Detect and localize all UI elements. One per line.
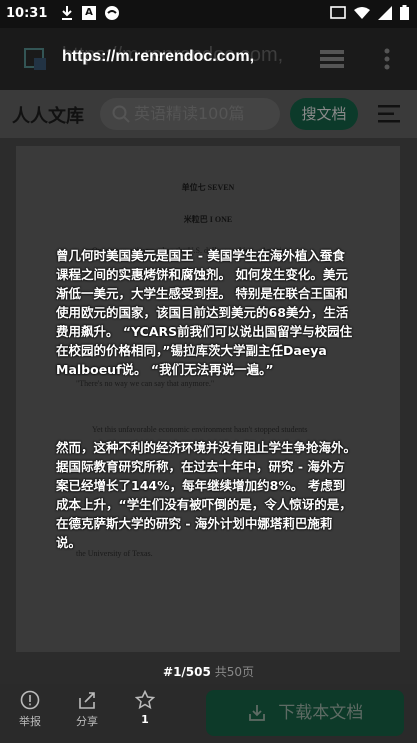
- signal-icon: [378, 5, 392, 20]
- download-icon: [248, 705, 265, 721]
- font-notification-icon: A: [82, 6, 96, 20]
- download-label: 下载本文档: [278, 703, 364, 723]
- doc-subtitle: 米粒巴 I ONE: [183, 215, 233, 224]
- status-time: 10:31: [6, 6, 48, 21]
- share-label: 分享: [76, 715, 98, 728]
- report-label: 举报: [19, 715, 41, 728]
- bottom-bar: 举报 分享 1 下载本文档: [0, 684, 417, 743]
- cast-icon: [330, 5, 346, 19]
- site-logo[interactable]: 人人文库: [12, 102, 84, 128]
- page-indicator: #1/505 共50页: [0, 660, 417, 684]
- report-icon: [20, 690, 40, 710]
- app-notification-icon: [105, 6, 119, 20]
- download-button[interactable]: 下载本文档: [206, 690, 404, 736]
- page-current: #1/505: [163, 665, 211, 679]
- star-icon: [135, 690, 155, 710]
- search-button[interactable]: 搜文档: [290, 98, 358, 130]
- menu-icon[interactable]: [378, 104, 400, 124]
- browser-url-bar: https://m.renrendoc.com, https://m.renre…: [0, 28, 417, 90]
- url-text[interactable]: https://m.renrendoc.com,: [62, 48, 254, 66]
- search-icon: [112, 105, 130, 123]
- status-icons-left: A: [60, 5, 120, 21]
- share-button[interactable]: 分享: [67, 690, 107, 729]
- wifi-icon: [354, 6, 370, 19]
- star-count: 1: [141, 713, 149, 726]
- overflow-menu-icon[interactable]: [384, 48, 390, 70]
- page-total: 共50页: [214, 665, 254, 679]
- translation-overlay-1: 曾几何时美国美元是国王 - 美国学生在海外植入蚕食课程之间的实惠烤饼和腐蚀剂。 …: [56, 248, 353, 377]
- status-icons-right: [330, 5, 409, 20]
- doc-line-2: Yet this unfavorable economic environmen…: [92, 425, 308, 434]
- report-button[interactable]: 举报: [10, 690, 50, 729]
- doc-quote-line: "There's no way we can say that anymore.…: [76, 379, 215, 388]
- translation-overlay-2: 然而，这种不利的经济环境并没有阻止学生争抢海外。 据国际教育研究所称，在过去十年…: [56, 440, 357, 550]
- share-icon: [79, 692, 95, 709]
- document-viewer[interactable]: 单位七 SEVEN 米粒巴 I ONE Once upon a time—whe…: [0, 138, 417, 660]
- tabs-icon[interactable]: [318, 48, 346, 70]
- translate-icon[interactable]: [22, 46, 48, 72]
- document-page: 单位七 SEVEN 米粒巴 I ONE Once upon a time—whe…: [16, 146, 400, 652]
- app-header: 人人文库 英语精读100篇 搜文档: [0, 90, 417, 138]
- battery-icon: [400, 5, 409, 20]
- status-bar: 10:31 A: [0, 0, 417, 28]
- download-notification-icon: [62, 6, 72, 20]
- favorite-button[interactable]: 1: [125, 690, 165, 726]
- doc-unit-title: 单位七 SEVEN: [181, 183, 235, 192]
